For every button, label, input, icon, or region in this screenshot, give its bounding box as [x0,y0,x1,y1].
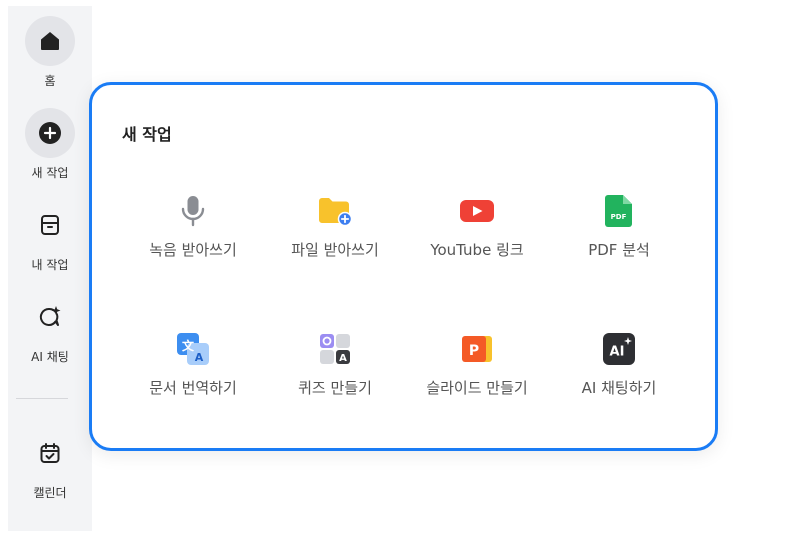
tile-label: 파일 받아쓰기 [291,241,379,259]
folder-add-icon [317,193,353,229]
home-icon [25,16,75,66]
svg-text:PDF: PDF [611,213,627,221]
tile-label: 퀴즈 만들기 [298,379,372,397]
slides-icon: P [459,331,495,367]
sidebar-item-new-task[interactable]: 새 작업 [8,108,92,181]
svg-text:A: A [195,351,204,364]
sidebar-item-label: 홈 [44,74,56,88]
quiz-icon: A [317,331,353,367]
calendar-check-icon [25,428,75,478]
tile-ai-chat[interactable]: AI AI 채팅하기 [544,331,694,421]
tile-label: PDF 분석 [588,241,650,259]
svg-text:P: P [469,343,479,359]
tile-record-transcribe[interactable]: 녹음 받아쓰기 [118,193,268,283]
ai-chat-icon: AI [601,331,637,367]
sidebar-item-ai-chat[interactable]: AI 채팅 [8,292,92,365]
tile-label: YouTube 링크 [430,241,524,259]
sidebar-item-label: 내 작업 [31,258,69,272]
plus-circle-icon [25,108,75,158]
sidebar-item-label: 새 작업 [31,166,69,180]
tile-label: 문서 번역하기 [149,379,237,397]
svg-text:AI: AI [610,345,625,360]
panel-title: 새 작업 [122,125,172,144]
sidebar-item-label: 캘린더 [33,486,67,500]
microphone-icon [175,193,211,229]
sidebar-item-label: AI 채팅 [31,350,69,364]
youtube-icon [459,193,495,229]
tile-make-slides[interactable]: P 슬라이드 만들기 [402,331,552,421]
sidebar-item-calendar[interactable]: 캘린더 [8,428,92,501]
tile-make-quiz[interactable]: A 퀴즈 만들기 [260,331,410,421]
sidebar-item-my-tasks[interactable]: 내 작업 [8,200,92,273]
svg-text:文: 文 [182,338,195,353]
sidebar: 홈 새 작업 내 작업 AI 채팅 캘린더 [8,6,92,531]
tile-pdf-analysis[interactable]: PDF PDF 분석 [544,193,694,283]
sidebar-divider [16,398,68,399]
tile-youtube-link[interactable]: YouTube 링크 [402,193,552,283]
tile-label: AI 채팅하기 [581,379,657,397]
pdf-file-icon: PDF [601,193,637,229]
ai-chat-sparkle-icon [25,292,75,342]
archive-box-icon [25,200,75,250]
new-task-panel: 새 작업 녹음 받아쓰기 파일 받아쓰기 YouTube 링크 PDF PDF … [89,82,718,451]
tile-label: 녹음 받아쓰기 [149,241,237,259]
tile-translate-document[interactable]: 文 A 문서 번역하기 [118,331,268,421]
svg-text:A: A [339,353,347,364]
sidebar-item-home[interactable]: 홈 [8,16,92,89]
tile-label: 슬라이드 만들기 [426,379,528,397]
translate-icon: 文 A [175,331,211,367]
tile-file-transcribe[interactable]: 파일 받아쓰기 [260,193,410,283]
